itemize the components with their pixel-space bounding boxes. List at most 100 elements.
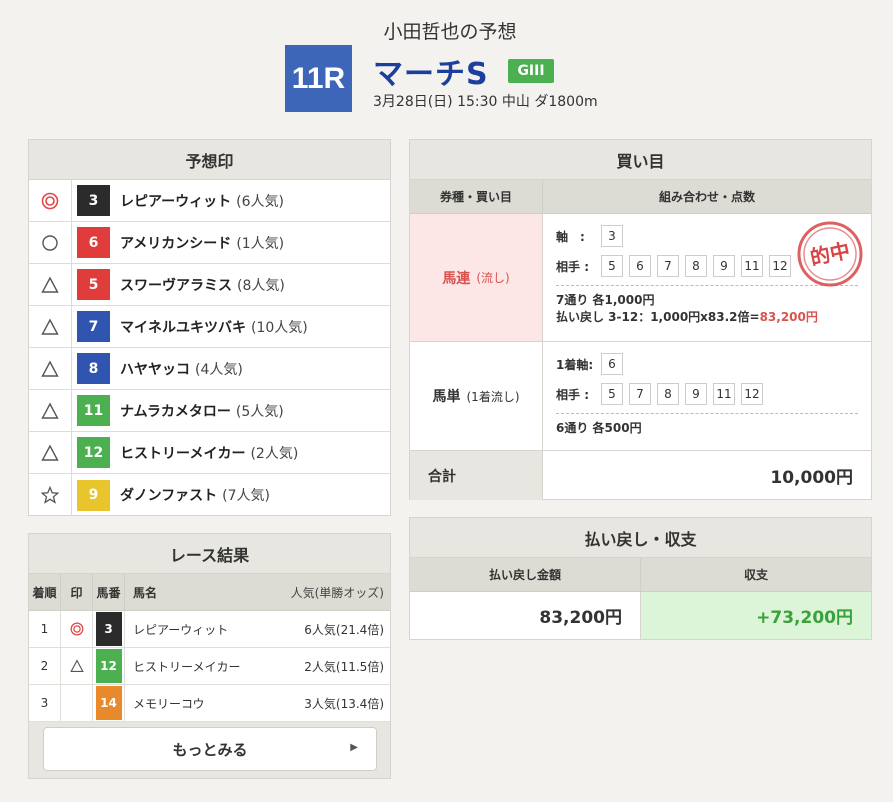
popularity: (5人気): [235, 403, 284, 420]
partner-chips: 5 7 8 9 11 12: [601, 383, 769, 405]
axis-label: 軸 :: [556, 229, 585, 244]
result-row[interactable]: 1 3 レピアーウィット 6人気(21.4倍): [29, 611, 390, 648]
bet-type-cell: 馬単 (1着流し): [410, 342, 543, 450]
double-circle-mark-icon: [61, 611, 93, 647]
prediction-row[interactable]: 12 ヒストリーメイカー (2人気): [29, 432, 390, 474]
partner-line: 相手 : 5 7 8 9 11 12: [556, 381, 871, 407]
partner-chip: 6: [629, 255, 651, 277]
grade-badge: GIII: [508, 59, 554, 83]
bet-type-sub: (1着流し): [466, 389, 520, 404]
race-name[interactable]: マーチS: [373, 49, 489, 93]
partner-chips: 5 6 7 8 9 11 12: [601, 255, 797, 277]
horse-number: 5: [77, 269, 110, 300]
popularity: (6人気): [236, 193, 285, 210]
bets-header-row: 券種・買い目 組み合わせ・点数: [410, 180, 871, 214]
payout-panel: 払い戻し・収支 払い戻し金額 収支 83,200円 +73,200円: [409, 517, 872, 640]
horse-name[interactable]: ハヤヤッコ: [120, 359, 190, 379]
horse-name[interactable]: レピアーウィット: [125, 611, 270, 647]
col-payout-amount: 払い戻し金額: [410, 558, 641, 591]
balance-value: +73,200円: [641, 592, 871, 639]
axis-label: 1着軸:: [556, 357, 594, 372]
horse-name[interactable]: ヒストリーメイカー: [125, 648, 270, 684]
partner-chip: 9: [713, 255, 735, 277]
partner-chip: 8: [657, 383, 679, 405]
double-circle-mark-icon: [29, 180, 72, 221]
popularity-odds: 2人気(11.5倍): [304, 659, 384, 674]
horse-number: 3: [77, 185, 110, 216]
partner-chip: 5: [601, 383, 623, 405]
horse-name[interactable]: レピアーウィット: [120, 191, 231, 211]
partner-chip: 7: [657, 255, 679, 277]
bet-type-cell: 馬連 (流し): [410, 214, 543, 341]
rank: 3: [29, 685, 61, 721]
prediction-row[interactable]: 6 アメリカンシード (1人気): [29, 222, 390, 264]
partner-label: 相手 :: [556, 259, 589, 274]
rank: 2: [29, 648, 61, 684]
bet-combination-cell: 1着軸: 6 相手 : 5 7 8 9 11 12 6通り 各500円: [543, 342, 871, 450]
bet-count-note: 6通り 各500円: [556, 421, 642, 435]
triangle-mark-icon: [29, 390, 72, 431]
horse-name[interactable]: ヒストリーメイカー: [120, 443, 245, 463]
col-bet-type: 券種・買い目: [410, 180, 543, 213]
hit-stamp-icon: 的中: [797, 221, 863, 287]
prediction-row[interactable]: 9 ダノンファスト (7人気): [29, 474, 390, 516]
horse-number: 6: [77, 227, 110, 258]
payout-note: 払い戻し 3-12：1,000円x83.2倍=83,200円: [556, 310, 818, 324]
prediction-row[interactable]: 7 マイネルユキツバキ (10人気): [29, 306, 390, 348]
horse-name[interactable]: ナムラカメタロー: [120, 401, 231, 421]
prediction-row[interactable]: 5 スワーヴアラミス (8人気): [29, 264, 390, 306]
popularity: (8人気): [237, 277, 285, 294]
horse-name[interactable]: マイネルユキツバキ: [120, 317, 246, 337]
horse-number: 11: [77, 395, 110, 426]
payout-title: 払い戻し・収支: [410, 518, 871, 558]
bet-count-note: 7通り 各1,000円: [556, 293, 655, 307]
partner-chip: 5: [601, 255, 623, 277]
axis-line: 1着軸: 6: [556, 351, 871, 377]
race-header: 小田哲也の予想 11R マーチS GIII 3月28日(日) 15:30 中山 …: [0, 0, 893, 130]
axis-chip: 3: [601, 225, 623, 247]
partner-chip: 9: [685, 383, 707, 405]
axis-chip: 6: [601, 353, 623, 375]
col-combination: 組み合わせ・点数: [658, 190, 755, 204]
bet-type-label: 馬連: [442, 270, 471, 287]
rank: 1: [29, 611, 61, 647]
total-label: 合計: [410, 451, 543, 500]
horse-number-cell: 14: [93, 685, 125, 721]
col-pop: 人気(単勝オッズ): [290, 585, 384, 600]
prediction-list: 3 レピアーウィット (6人気) 6 アメリカンシード (1人気) 5 スワーヴアラミス (8人…: [29, 180, 390, 516]
partner-chip: 11: [713, 383, 735, 405]
popularity-odds: 3人気(13.4倍): [304, 696, 384, 711]
col-name: 馬名: [133, 585, 158, 600]
col-balance: 収支: [743, 568, 768, 582]
result-row[interactable]: 3 14 メモリーコウ 3人気(13.4倍): [29, 685, 390, 722]
horse-number: 8: [77, 353, 110, 384]
prediction-row[interactable]: 8 ハヤヤッコ (4人気): [29, 348, 390, 390]
horse-number: 7: [77, 311, 110, 342]
horse-name[interactable]: スワーヴアラミス: [120, 275, 232, 295]
prediction-row[interactable]: 3 レピアーウィット (6人気): [29, 180, 390, 222]
horse-number-cell: 12: [93, 648, 125, 684]
results-header-row: 着順 印 馬番 馬名 人気(単勝オッズ): [29, 574, 390, 611]
results-list: 1 3 レピアーウィット 6人気(21.4倍) 2 12 ヒストリーメイカー 2人気(11.5…: [29, 611, 390, 722]
popularity: (1人気): [236, 235, 285, 252]
star-mark-icon: [29, 474, 72, 516]
empty-mark-icon: [61, 685, 93, 721]
result-row[interactable]: 2 12 ヒストリーメイカー 2人気(11.5倍): [29, 648, 390, 685]
col-rank: 着順: [29, 574, 61, 610]
bets-title: 買い目: [410, 140, 871, 180]
race-number-badge: 11R: [285, 45, 352, 112]
more-button[interactable]: もっとみる ▶: [43, 727, 377, 771]
payout-values-row: 83,200円 +73,200円: [410, 592, 871, 639]
popularity-odds: 6人気(21.4倍): [304, 622, 384, 637]
horse-name[interactable]: ダノンファスト: [120, 485, 217, 505]
more-button-label: もっとみる: [172, 740, 248, 759]
payout-note-amount: 83,200円: [759, 310, 818, 324]
triangle-mark-icon: [29, 348, 72, 389]
partner-chip: 12: [769, 255, 791, 277]
partner-label: 相手 :: [556, 387, 589, 402]
prediction-row[interactable]: 11 ナムラカメタロー (5人気): [29, 390, 390, 432]
horse-name[interactable]: アメリカンシード: [120, 233, 231, 253]
chevron-right-icon: ▶: [350, 742, 358, 753]
horse-name[interactable]: メモリーコウ: [125, 685, 270, 721]
horse-number-cell: 3: [93, 611, 125, 647]
